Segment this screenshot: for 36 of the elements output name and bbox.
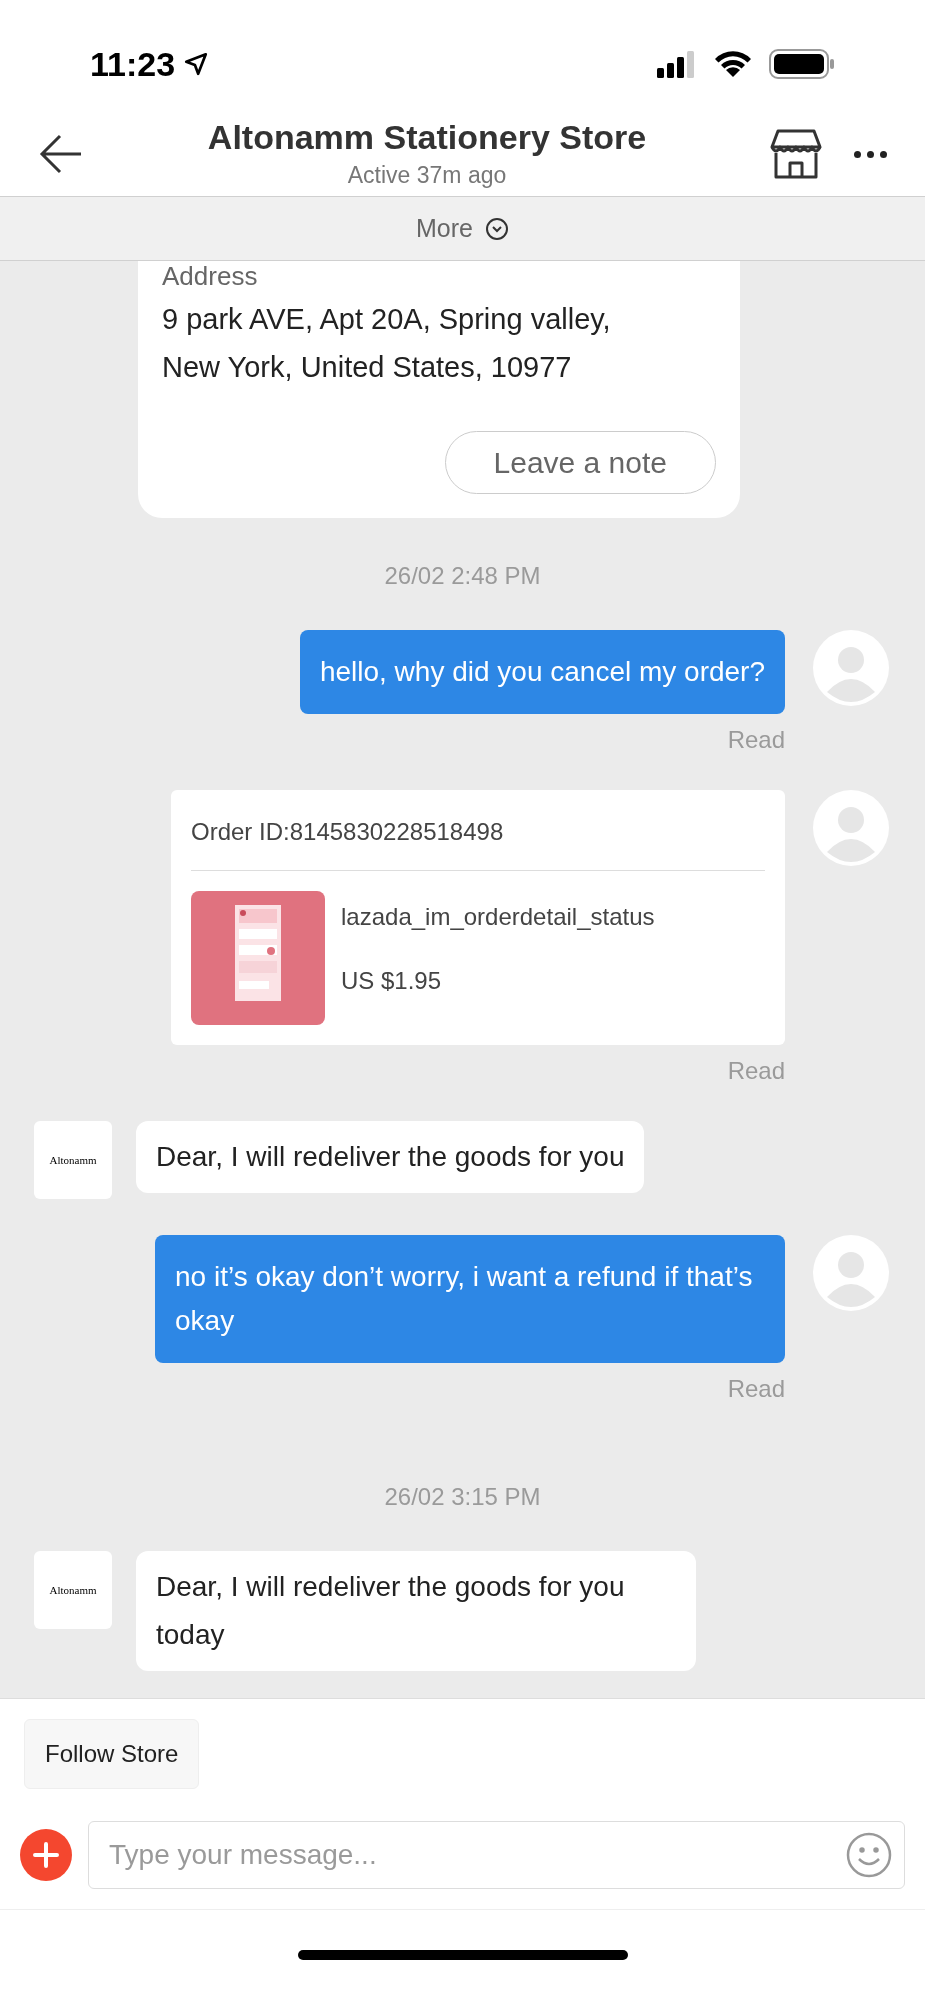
store-avatar: Altonamm (34, 1121, 112, 1199)
battery-icon (769, 49, 835, 79)
incoming-message: Dear, I will redeliver the goods for you today (136, 1551, 696, 1671)
product-name: lazada_im_orderdetail_status (341, 902, 655, 932)
user-avatar-icon (813, 1235, 889, 1311)
more-options-button[interactable] (854, 150, 887, 158)
timestamp: 26/02 3:15 PM (384, 1482, 541, 1512)
clock: 11:23 (90, 43, 176, 85)
wifi-icon (713, 49, 753, 79)
user-avatar-icon (813, 630, 889, 706)
address-label: Address (162, 261, 259, 291)
user-avatar-icon (813, 790, 889, 866)
product-price: US $1.95 (341, 966, 443, 996)
store-button[interactable] (770, 129, 822, 179)
signal-icon (657, 50, 697, 78)
more-button[interactable]: More (0, 196, 925, 261)
active-status: Active 37m ago (347, 160, 507, 190)
read-receipt: Read (727, 1056, 785, 1086)
add-button[interactable] (20, 1829, 72, 1881)
plus-icon (32, 1841, 60, 1869)
store-avatar: Altonamm (34, 1551, 112, 1629)
incoming-message: Dear, I will redeliver the goods for you (136, 1121, 645, 1193)
chevron-down-icon (485, 216, 509, 241)
read-receipt: Read (727, 1374, 785, 1404)
location-arrow-icon (183, 51, 210, 77)
order-id: Order ID:8145830228518498 (191, 818, 504, 845)
read-receipt: Read (727, 725, 785, 755)
message-input[interactable]: Type your message... (88, 1821, 905, 1889)
order-card[interactable]: Order ID:8145830228518498 lazada_im_orderdetail_status US $1.95 (171, 790, 785, 1045)
address-text: 9 park AVE, Apt 20A, Spring valley, New York, United States, 10977 (162, 302, 612, 385)
store-name: Altonamm Stationery Store (207, 116, 647, 158)
timestamp: 26/02 2:48 PM (384, 561, 541, 591)
outgoing-message: no it’s okay don’t worry, i want a refund if that’s okay (155, 1235, 785, 1363)
emoji-icon[interactable] (845, 1831, 893, 1879)
follow-store-button[interactable]: Follow Store (24, 1719, 200, 1789)
outgoing-message: hello, why did you cancel my order? (299, 630, 785, 714)
